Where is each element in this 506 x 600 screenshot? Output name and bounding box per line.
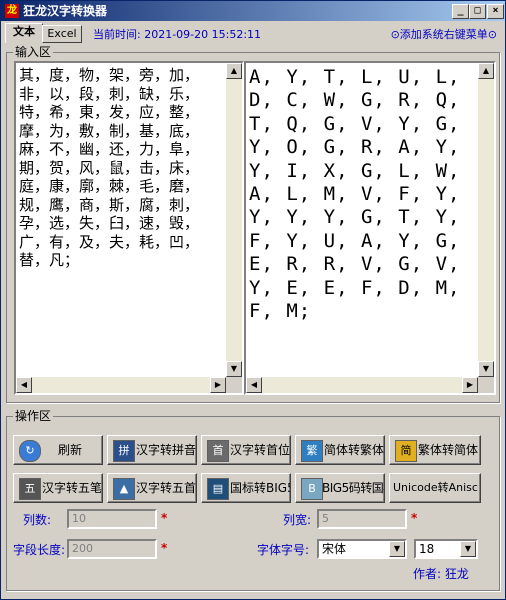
result-text: A, Y, T, L, U, L, D, C, W, G, R, Q, T, Q… xyxy=(249,66,473,323)
gb-to-big5-icon: ▤ xyxy=(207,478,229,500)
dropdown-arrow-icon[interactable]: ▼ xyxy=(460,541,476,557)
source-horizontal-scrollbar[interactable]: ◀ ▶ xyxy=(16,377,226,393)
refresh-icon: ↻ xyxy=(19,440,41,462)
scroll-up-icon[interactable]: ▲ xyxy=(478,63,494,79)
operation-area-title: 操作区 xyxy=(15,409,52,423)
scrollbar-corner xyxy=(226,377,242,393)
maximize-button[interactable]: □ xyxy=(469,4,486,19)
current-time: 当前时间: 2021-09-20 15:52:11 xyxy=(93,28,262,41)
field-length-input[interactable]: 200 xyxy=(67,539,157,559)
columns-input[interactable]: 10 xyxy=(67,509,157,529)
tab-text[interactable]: 文本 xyxy=(5,23,43,43)
font-family-value: 宋体 xyxy=(322,542,347,556)
columns-required-mark: * xyxy=(161,511,168,525)
title-bar[interactable]: 龙 狂龙汉字转换器 _ □ × xyxy=(1,1,505,21)
to-wubi-initial-button[interactable]: ▲ 汉字转五首 xyxy=(107,473,197,503)
tab-excel[interactable]: Excel xyxy=(42,25,82,43)
close-button[interactable]: × xyxy=(487,4,504,19)
result-horizontal-scrollbar[interactable]: ◀ ▶ xyxy=(246,377,478,393)
column-width-required-mark: * xyxy=(411,511,418,525)
trad-to-simp-button[interactable]: 简 繁体转简体 xyxy=(389,435,481,465)
font-label: 字体字号: xyxy=(257,543,310,557)
scroll-right-icon[interactable]: ▶ xyxy=(462,377,478,393)
simp-to-trad-button[interactable]: 繁 简体转繁体 xyxy=(295,435,385,465)
column-width-label: 列宽: xyxy=(283,513,312,527)
big5-to-gb-icon: B xyxy=(301,478,323,500)
unicode-to-ansi-button[interactable]: Unicode转Anisc xyxy=(389,473,481,503)
source-vertical-scrollbar[interactable]: ▲ ▼ xyxy=(226,63,242,377)
scrollbar-corner xyxy=(478,377,494,393)
gb-to-big5-button[interactable]: ▤ 国标转BIG5 xyxy=(201,473,291,503)
scroll-up-icon[interactable]: ▲ xyxy=(226,63,242,79)
field-length-required-mark: * xyxy=(161,541,168,555)
wubi-initial-icon: ▲ xyxy=(113,478,135,500)
to-initial-button[interactable]: 首 汉字转首位 xyxy=(201,435,291,465)
font-family-select[interactable]: 宋体 ▼ xyxy=(317,539,407,559)
dragon-app-icon: 龙 xyxy=(5,4,19,18)
scroll-left-icon[interactable]: ◀ xyxy=(246,377,262,393)
scroll-left-icon[interactable]: ◀ xyxy=(16,377,32,393)
author-credit: 作者: 狂龙 xyxy=(413,567,469,581)
wubi-icon: 五 xyxy=(19,478,41,500)
app-window: 龙 狂龙汉字转换器 _ □ × 文本 Excel 当前时间: 2021-09-2… xyxy=(0,0,506,600)
scroll-right-icon[interactable]: ▶ xyxy=(210,377,226,393)
simp-to-trad-icon: 繁 xyxy=(301,440,323,462)
add-context-menu-link[interactable]: ⊙添加系统右键菜单⊙ xyxy=(391,26,497,42)
result-vertical-scrollbar[interactable]: ▲ ▼ xyxy=(478,63,494,377)
font-size-select[interactable]: 18 ▼ xyxy=(414,539,478,559)
result-text-area[interactable]: A, Y, T, L, U, L, D, C, W, G, R, Q, T, Q… xyxy=(244,61,496,395)
scroll-down-icon[interactable]: ▼ xyxy=(478,361,494,377)
to-wubi-button[interactable]: 五 汉字转五笔 xyxy=(13,473,103,503)
minimize-button[interactable]: _ xyxy=(452,4,469,19)
big5-to-gb-button[interactable]: B BIG5码转国标 xyxy=(295,473,385,503)
column-width-input[interactable]: 5 xyxy=(317,509,407,529)
window-title: 狂龙汉字转换器 xyxy=(23,4,108,18)
field-length-label: 字段长度: xyxy=(13,543,66,557)
refresh-button[interactable]: ↻ 刷新 xyxy=(13,435,103,465)
dropdown-arrow-icon[interactable]: ▼ xyxy=(389,541,405,557)
trad-to-simp-icon: 简 xyxy=(395,440,417,462)
initial-icon: 首 xyxy=(207,440,229,462)
input-area-title: 输入区 xyxy=(15,45,52,59)
source-text: 其，度，物，架，旁，加，非，以，段，刺，缺，乐，特，希，東，发，应，整，摩，为，… xyxy=(19,66,200,269)
scroll-down-icon[interactable]: ▼ xyxy=(226,361,242,377)
font-size-value: 18 xyxy=(419,542,435,556)
columns-label: 列数: xyxy=(23,513,52,527)
source-text-area[interactable]: 其，度，物，架，旁，加，非，以，段，刺，缺，乐，特，希，東，发，应，整，摩，为，… xyxy=(14,61,244,395)
pinyin-icon: 拼 xyxy=(113,440,135,462)
to-pinyin-button[interactable]: 拼 汉字转拼音 xyxy=(107,435,197,465)
